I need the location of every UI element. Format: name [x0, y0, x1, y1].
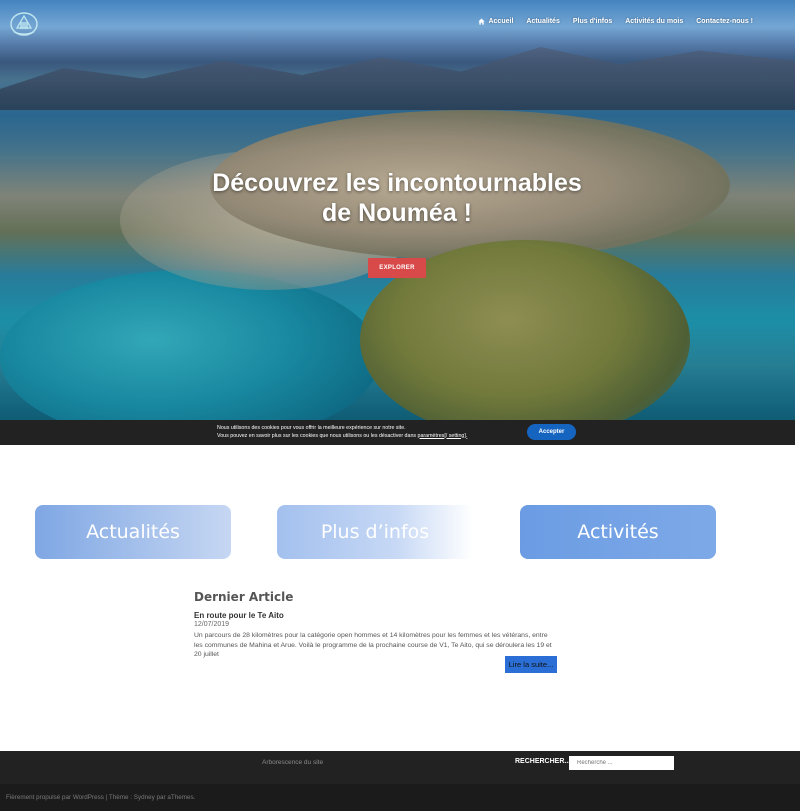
footer-credits: Fièrement propulsé par WordPress | Thème… — [6, 794, 196, 801]
nav-item-activites-du-mois[interactable]: Activités du mois — [625, 18, 683, 25]
site-tree-link[interactable]: Arborescence du site — [262, 759, 323, 766]
home-icon — [478, 18, 486, 25]
site-logo[interactable] — [8, 8, 40, 38]
explore-button[interactable]: EXPLORER — [368, 258, 426, 278]
cookie-settings-label: paramètres — [417, 432, 445, 439]
read-more-button[interactable]: Lire la suite... — [505, 656, 557, 673]
nav-label: Contactez-nous ! — [696, 18, 753, 25]
latest-article: Dernier Article En route pour le Te Aito… — [194, 590, 564, 660]
hero-title-line1: Découvrez les incontournables — [212, 169, 582, 197]
cookie-line2-prefix: Vous pouvez en savoir plus sur les cooki… — [217, 432, 418, 439]
main-nav: Accueil Actualités Plus d'infos Activité… — [478, 18, 753, 25]
nav-label: Accueil — [488, 18, 514, 25]
hero-title-line2: de Nouméa ! — [321, 199, 473, 227]
accept-cookies-button[interactable]: Accepter — [527, 424, 576, 440]
nav-label: Actualités — [526, 18, 560, 25]
article-date: 12/07/2019 — [194, 621, 230, 628]
card-activites[interactable]: Activités — [520, 505, 716, 559]
card-actualites[interactable]: Actualités — [35, 505, 231, 559]
nav-label: Plus d'infos — [572, 18, 613, 25]
nav-item-plus-infos[interactable]: Plus d'infos — [573, 18, 612, 25]
search-input[interactable] — [569, 756, 674, 770]
cookie-settings-suffix: [/ setting]. — [444, 432, 468, 439]
cookie-text: Nous utilisons des cookies pour vous off… — [217, 425, 467, 440]
card-plus-infos[interactable]: Plus d’infos — [277, 505, 473, 559]
nav-item-contact[interactable]: Contactez-nous ! — [696, 18, 753, 25]
search-label: RECHERCHER... — [515, 758, 571, 765]
article-excerpt: Un parcours de 28 kilomètres pour la cat… — [194, 632, 552, 658]
section-title: Dernier Article — [194, 590, 294, 604]
nav-item-accueil[interactable]: Accueil — [478, 18, 513, 25]
cookie-banner: Nous utilisons des cookies pour vous off… — [0, 420, 795, 445]
footer-widgets — [0, 751, 800, 784]
nav-item-actualites[interactable]: Actualités — [526, 18, 559, 25]
cookie-line2: Vous pouvez en savoir plus sur les cooki… — [217, 433, 467, 441]
cookie-settings-link[interactable]: paramètres[/ setting]. — [418, 433, 468, 439]
nav-label: Activités du mois — [625, 18, 684, 25]
article-title[interactable]: En route pour le Te Aito — [194, 611, 564, 620]
cookie-line1: Nous utilisons des cookies pour vous off… — [217, 425, 406, 431]
hero-title: Découvrez les incontournables de Nouméa … — [180, 168, 614, 228]
